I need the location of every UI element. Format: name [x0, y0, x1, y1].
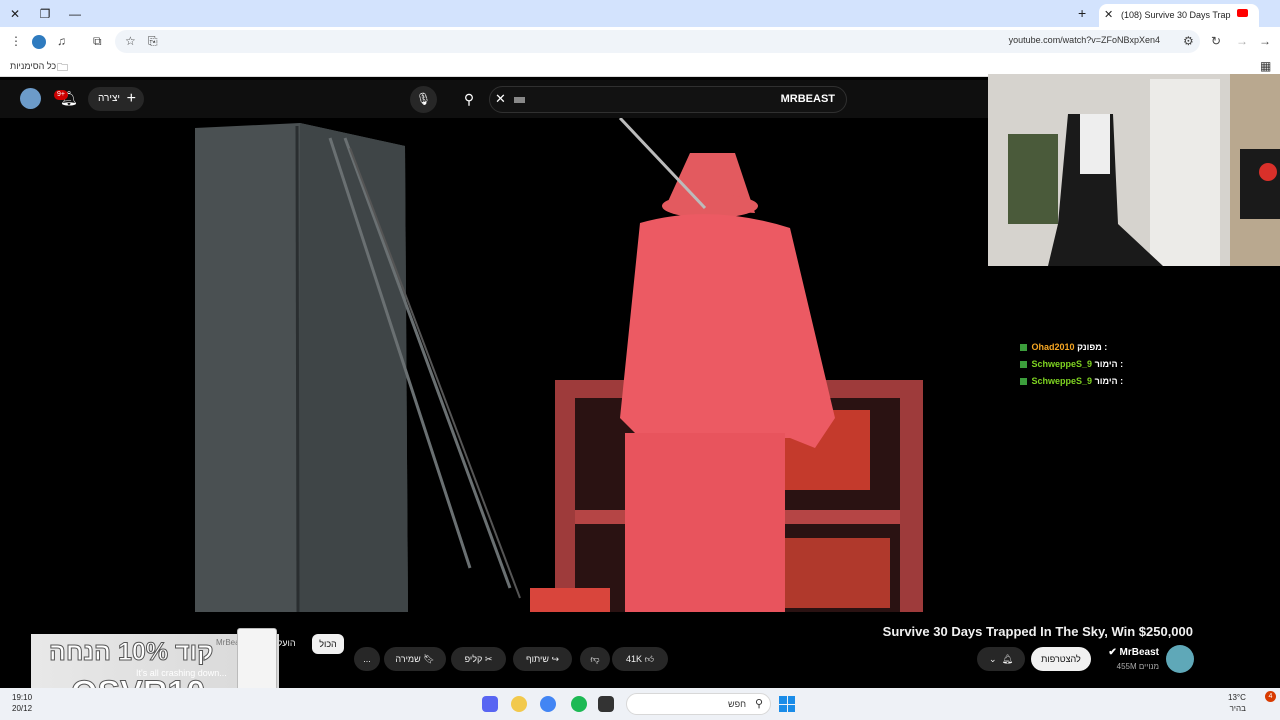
subscriber-count: 455M מנויים [1116, 662, 1159, 671]
filter-chip-all[interactable]: הכול [312, 634, 344, 654]
weather-widget[interactable]: 13°C בהיר [1228, 692, 1246, 714]
mic-icon[interactable]: 🎙︎ [410, 86, 437, 113]
app-icon[interactable] [511, 696, 527, 712]
tab-close-icon[interactable]: ✕ [1104, 8, 1113, 21]
all-bookmarks-label[interactable]: כל הסימניות [10, 61, 56, 71]
new-tab-plus-icon[interactable]: + [1078, 5, 1086, 21]
spotify-icon[interactable] [571, 696, 587, 712]
minimize-icon[interactable]: — [66, 5, 84, 23]
subscribe-button[interactable]: להצטרפות [1031, 647, 1091, 671]
bell-icon: 🔔︎ [1001, 654, 1013, 664]
video-player[interactable] [0, 118, 990, 612]
chrome-icon[interactable] [540, 696, 556, 712]
create-label: יצירה [98, 93, 121, 104]
dislike-button[interactable]: 👎︎ [580, 647, 610, 671]
search-icon: ⚲ [754, 698, 763, 710]
avatar[interactable] [20, 88, 41, 109]
like-button[interactable]: 41K 👍︎ [612, 647, 668, 671]
verified-icon: ✔︎ [1108, 647, 1120, 658]
save-button[interactable]: שמירה 🔖︎ [384, 647, 446, 671]
chat-user: SchweppeS_9 [1031, 376, 1093, 386]
like-icon: 👍︎ [644, 654, 654, 664]
more-actions-button[interactable]: ... [354, 647, 380, 671]
clock-date: 20/12 [12, 704, 33, 713]
chat-user: SchweppeS_9 [1031, 359, 1093, 369]
chat-overlay: Ohad2010 מפונק : SchweppeS_9 הימור : Sch… [1020, 342, 1180, 393]
browser-tab[interactable]: ✕ (108) Survive 30 Days Trapp [1099, 4, 1259, 27]
badge-icon [1020, 378, 1027, 386]
forward-icon[interactable]: → [1259, 34, 1271, 48]
windows-icon[interactable] [779, 696, 795, 712]
clip-button[interactable]: קליפ ✂ [451, 647, 506, 671]
badge-icon [1020, 344, 1027, 352]
channel-avatar[interactable] [1166, 645, 1194, 673]
close-window-icon[interactable]: ✕ [6, 5, 24, 23]
search-query: MRBEAST [780, 93, 835, 105]
temperature: 13°C [1228, 693, 1246, 702]
channel-name[interactable]: ✔︎ MrBeast [1108, 647, 1159, 658]
apps-icon[interactable]: ▦ [1260, 59, 1271, 73]
create-button[interactable]: יצירה + [88, 87, 144, 111]
back-icon[interactable]: → [1236, 34, 1248, 48]
chat-user: Ohad2010 [1031, 342, 1075, 352]
media-controls-icon[interactable]: ♫ [57, 34, 66, 48]
clock[interactable]: 19:10 20/12 [12, 692, 32, 714]
scissors-icon: ✂ [484, 654, 493, 664]
chat-text: הימור : [1094, 359, 1124, 369]
terminal-icon[interactable] [598, 696, 614, 712]
url-text[interactable]: youtube.com/watch?v=ZFoNBxpXen4 [1009, 35, 1160, 45]
clock-time: 19:10 [12, 693, 33, 702]
badge-icon [1020, 361, 1027, 369]
taskbar-search[interactable]: חפש ⚲ [626, 693, 771, 715]
notification-badge: 9+ [54, 90, 68, 100]
bookmark-icon: 🔖︎ [423, 654, 435, 664]
notifications-button[interactable]: ⌄ 🔔︎ [977, 647, 1025, 671]
taskbar-search-label: חפש [728, 699, 746, 709]
discord-icon[interactable] [482, 696, 498, 712]
chat-message: SchweppeS_9 הימור : [1020, 376, 1180, 393]
restore-icon[interactable]: ❐ [36, 5, 54, 23]
keyboard-icon[interactable] [514, 97, 525, 103]
site-settings-icon[interactable]: ⚙ [1183, 34, 1194, 48]
weather-badge: 4 [1265, 691, 1276, 702]
dislike-icon: 👎︎ [590, 654, 600, 664]
chat-text: הימור : [1094, 376, 1124, 386]
share-button[interactable]: שיתוף ↪ [513, 647, 572, 671]
chat-message: SchweppeS_9 הימור : [1020, 359, 1180, 376]
reload-icon[interactable]: ↻ [1211, 34, 1221, 48]
folder-icon: 🗀 [57, 62, 68, 74]
tab-title: (108) Survive 30 Days Trapp [1121, 10, 1231, 20]
chat-text: מפונק : [1077, 342, 1108, 352]
install-app-icon[interactable]: ⎘ [148, 34, 158, 49]
extensions-icon[interactable]: ⧉ [93, 34, 102, 49]
chat-message: Ohad2010 מפונק : [1020, 342, 1180, 359]
plus-icon: + [126, 90, 136, 107]
weather-condition: בהיר [1229, 704, 1246, 713]
chevron-down-icon: ⌄ [989, 654, 997, 664]
search-icon[interactable]: ⚲ [449, 86, 489, 113]
video-title: Survive 30 Days Trapped In The Sky, Win … [882, 624, 1193, 639]
search-input[interactable]: ✕ MRBEAST [489, 86, 847, 113]
webcam-overlay [988, 74, 1280, 266]
menu-icon[interactable]: ⋮ [10, 34, 22, 48]
star-icon[interactable]: ☆ [125, 34, 136, 48]
profile-icon[interactable] [32, 35, 46, 49]
ad-line1: קוד 10% הנחה [48, 638, 214, 667]
video-frame [195, 118, 923, 612]
youtube-favicon-icon [1237, 9, 1248, 17]
tab-strip: ✕ ❐ — + ✕ (108) Survive 30 Days Trapp [0, 0, 1280, 27]
share-icon: ↪ [551, 654, 559, 664]
clear-search-icon[interactable]: ✕ [495, 91, 506, 107]
